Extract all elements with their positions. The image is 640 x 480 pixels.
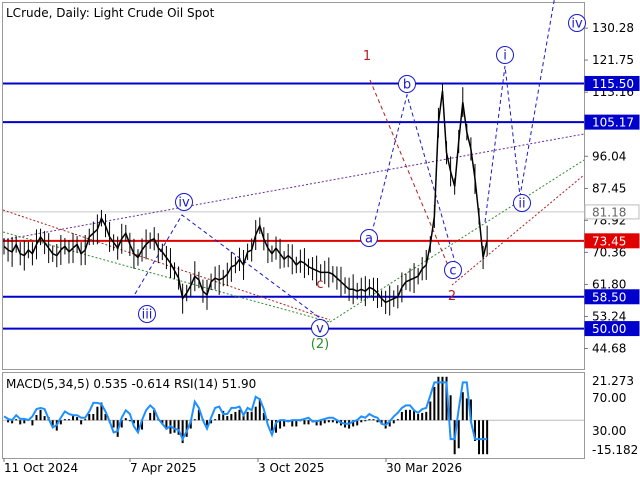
indicator-tick-label: 70.00 xyxy=(592,391,626,405)
horizontal-levels xyxy=(3,82,584,330)
wave-count-lines xyxy=(134,0,555,319)
wave-label: a xyxy=(365,232,373,247)
y-tick-label: 121.75 xyxy=(592,53,634,67)
blue-wave-a-b-c xyxy=(369,93,456,263)
y-tick-label: 130.28 xyxy=(592,21,634,35)
chart-title: LCrude, Daily: Light Crude Oil Spot xyxy=(6,6,215,20)
indicator-tick-label: -15.182 xyxy=(592,443,638,457)
blue-projection-path xyxy=(484,0,555,223)
x-tick-label: 3 Oct 2025 xyxy=(258,461,325,475)
wave-label: iv xyxy=(571,17,583,32)
price-axis: 130.28121.75113.16104.5996.0487.4578.927… xyxy=(584,21,634,355)
level-label-81-18: 81.18 xyxy=(592,205,626,219)
level-price-boxes: 115.50 105.17 81.18 73.45 58.50 50.00 xyxy=(584,75,640,337)
x-tick-label: 11 Oct 2024 xyxy=(4,461,78,475)
wave-label: iv xyxy=(178,196,190,211)
wave-label: c xyxy=(449,264,456,279)
wave-label: i xyxy=(503,49,507,64)
time-axis: 11 Oct 2024 7 Apr 2025 3 Oct 2025 30 Mar 20… xyxy=(3,458,462,475)
y-tick-label: 96.04 xyxy=(592,149,626,163)
level-label-50-00: 50.00 xyxy=(592,322,626,336)
red-support-line xyxy=(451,174,585,286)
indicator-title: MACD(5,34,5) 0.535 -0.614 RSI(14) 51.90 xyxy=(6,377,256,391)
indicator-tick-label: 21.273 xyxy=(592,374,634,388)
wave-label: c xyxy=(316,277,323,292)
x-tick-label: 7 Apr 2025 xyxy=(130,461,197,475)
indicator-tick-label: 30.00 xyxy=(592,424,626,438)
y-tick-label: 87.45 xyxy=(592,181,626,195)
wave-label: 1 xyxy=(363,49,371,64)
wave-label: b xyxy=(403,78,411,93)
wave-label: (2) xyxy=(311,337,329,352)
wave-label: ii xyxy=(518,197,525,212)
green-trend-line-left xyxy=(2,231,331,323)
upper-channel-line xyxy=(2,133,585,241)
level-label-115-50: 115.50 xyxy=(592,77,634,91)
price-chart: 12(2)ciiiivvabciiiiv 130.28121.75113.161… xyxy=(2,0,640,475)
price-bars xyxy=(3,82,488,316)
level-label-58-50: 58.50 xyxy=(592,290,626,304)
level-label-73-45: 73.45 xyxy=(592,234,626,248)
x-tick-label: 30 Mar 2026 xyxy=(386,461,462,475)
channel-lines xyxy=(2,133,585,323)
y-tick-label: 44.68 xyxy=(592,341,626,355)
wave-label: 2 xyxy=(448,289,456,304)
indicator-axis: 21.273 70.00 30.00 -15.182 xyxy=(592,374,638,457)
wave-label: iii xyxy=(142,308,153,323)
wave-label: v xyxy=(316,322,324,337)
level-label-105-17: 105.17 xyxy=(592,116,634,130)
